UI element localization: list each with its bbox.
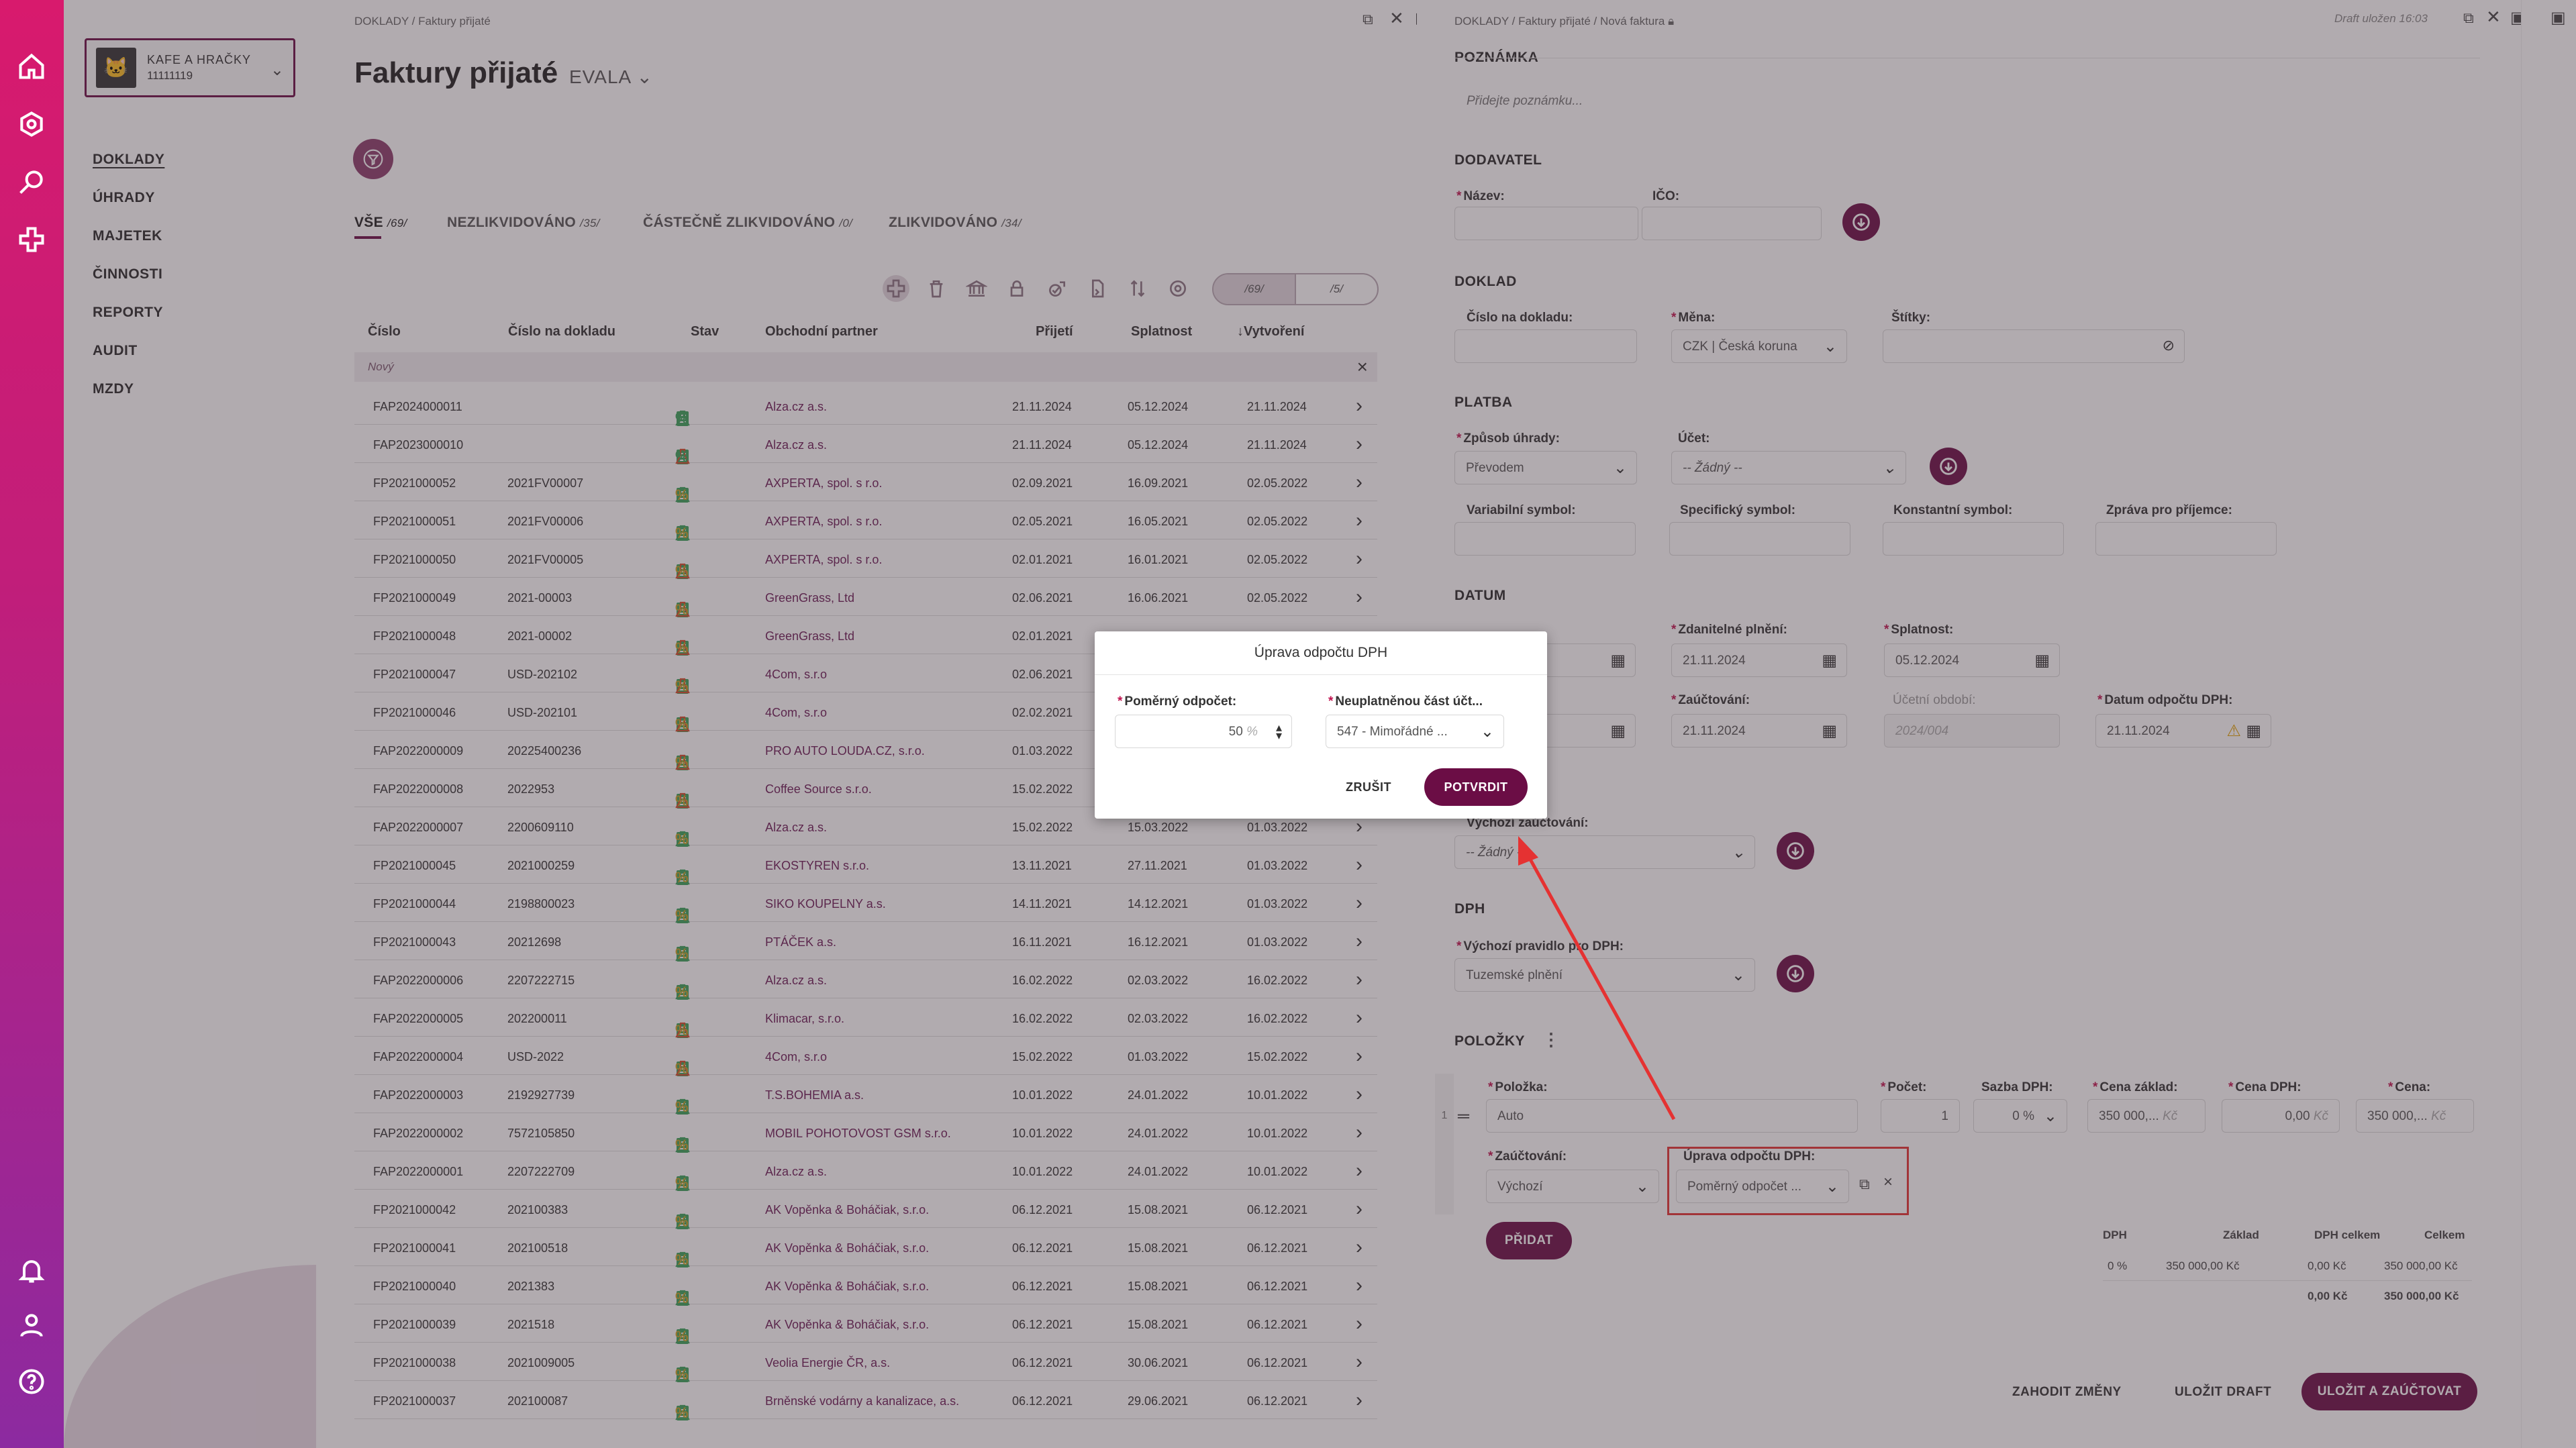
required-mark: * [1328,694,1334,709]
ratio-unit: % [1246,725,1258,739]
stepper-icon[interactable]: ▴ ▾ [1276,721,1282,741]
modal-title: Úprava odpočtu DPH [1254,645,1388,660]
label-pomerny: * Poměrný odpočet: [1118,694,1236,709]
unclaimed-account-value: 547 - Mimořádné ... [1337,725,1448,739]
annotation-arrow [1518,836,1676,1121]
unclaimed-account-select[interactable]: 547 - Mimořádné ... ⌄ [1326,715,1504,748]
cancel-button[interactable]: ZRUŠIT [1346,780,1391,794]
vat-adjustment-modal: Úprava odpočtu DPH * Poměrný odpočet: * Ne… [1095,631,1547,819]
add-icon[interactable] [13,221,50,258]
bell-icon[interactable] [13,1252,50,1288]
app-sidebar [0,0,64,1448]
settings-icon[interactable] [13,106,50,142]
help-icon[interactable] [13,1363,50,1400]
required-mark: * [1118,694,1123,709]
label-text: Poměrný odpočet: [1124,694,1237,709]
label-neuplatnenou: * Neuplatněnou část účt... [1328,694,1483,709]
search-icon[interactable] [13,164,50,200]
chevron-down-icon: ⌄ [1480,723,1494,741]
confirm-button[interactable]: POTVRDIT [1424,768,1528,806]
user-icon[interactable] [13,1307,50,1343]
ratio-stepper[interactable]: 50 % ▴ ▾ [1115,715,1292,748]
ratio-value: 50 [1228,725,1243,739]
home-icon[interactable] [13,48,50,85]
label-text: Neuplatněnou část účt... [1335,694,1483,709]
divider [1095,674,1547,675]
